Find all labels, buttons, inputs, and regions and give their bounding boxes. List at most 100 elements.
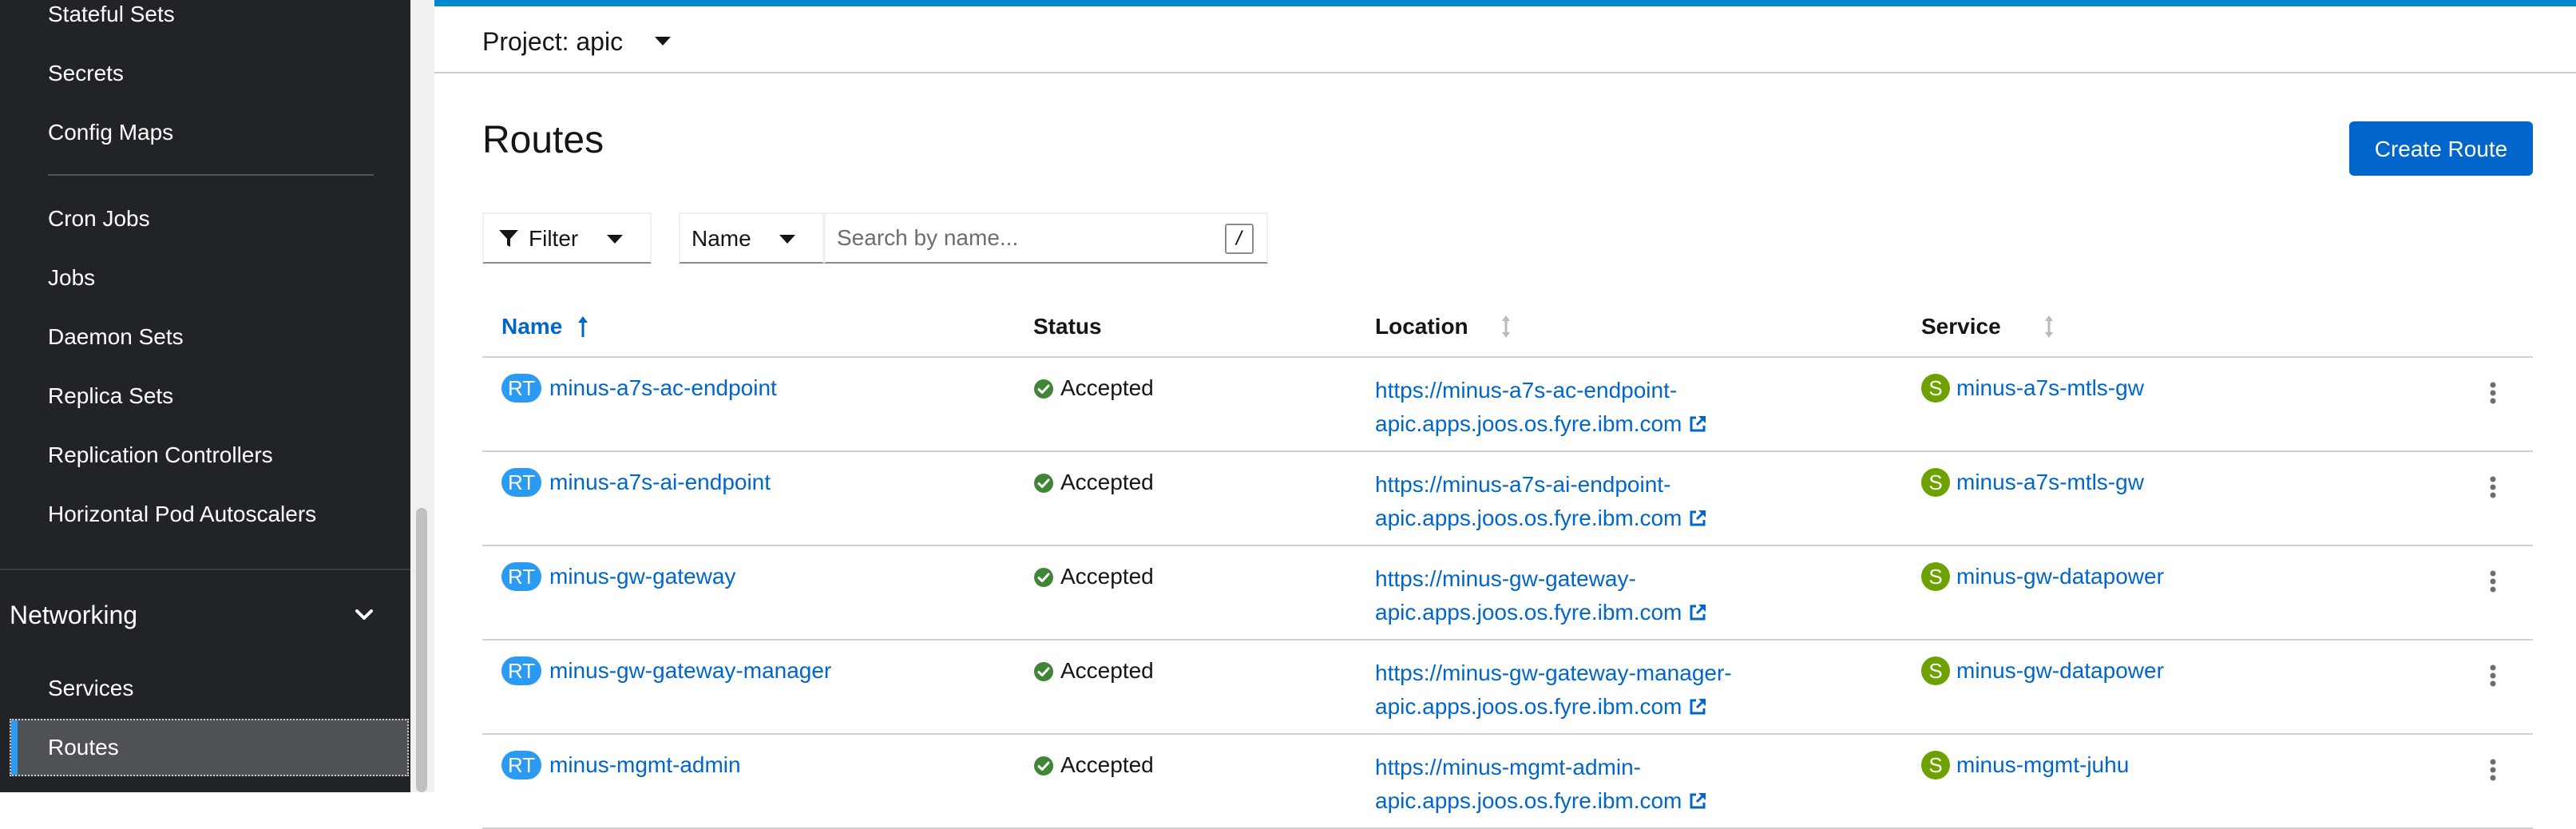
check-circle-icon <box>1034 379 1053 399</box>
sidebar-item-replica-sets[interactable]: Replica Sets <box>48 382 173 411</box>
table-row: RT minus-a7s-ai-endpoint Accepted https:… <box>482 452 2533 546</box>
sidebar-item-horizontal-pod-autoscalers[interactable]: Horizontal Pod Autoscalers <box>48 500 316 529</box>
route-name-link[interactable]: minus-gw-gateway <box>549 562 735 591</box>
sidebar-item-label: Routes <box>48 735 119 760</box>
service-badge: S <box>1921 562 1950 591</box>
table-row: RT minus-mgmt-admin Accepted https://min… <box>482 735 2533 829</box>
service-link[interactable]: minus-mgmt-juhu <box>1956 751 2129 779</box>
status-text: Accepted <box>1060 658 1154 683</box>
location-line-1: https://minus-gw-gateway- <box>1375 566 1636 591</box>
external-link-icon <box>1690 510 1706 526</box>
sidebar-item-replication-controllers[interactable]: Replication Controllers <box>48 441 273 470</box>
location-line-1: https://minus-gw-gateway-manager- <box>1375 660 1732 685</box>
table-header: Name Status Location Service <box>482 292 2533 358</box>
sidebar-divider <box>48 174 374 176</box>
route-badge: RT <box>501 656 542 685</box>
table-row: RT minus-gw-gateway Accepted https://min… <box>482 546 2533 641</box>
kebab-menu-icon[interactable] <box>2477 377 2509 409</box>
status-text: Accepted <box>1060 752 1154 777</box>
table-row: RT minus-gw-gateway-manager Accepted htt… <box>482 641 2533 735</box>
status-text: Accepted <box>1060 375 1154 400</box>
sidebar-section-label: Networking <box>10 601 138 629</box>
keyboard-shortcut-hint: / <box>1225 224 1254 254</box>
filter-label: Filter <box>529 226 579 251</box>
create-route-button[interactable]: Create Route <box>2349 121 2533 176</box>
kebab-menu-icon[interactable] <box>2477 471 2509 503</box>
service-link[interactable]: minus-a7s-mtls-gw <box>1956 468 2144 497</box>
column-header-service[interactable]: Service <box>1921 313 2001 340</box>
sidebar-item-services[interactable]: Services <box>48 674 133 703</box>
location-link[interactable]: https://minus-mgmt-admin-apic.apps.joos.… <box>1375 751 1822 818</box>
kebab-menu-icon[interactable] <box>2477 565 2509 597</box>
sidebar-item-routes[interactable]: Routes <box>10 719 409 776</box>
status-text: Accepted <box>1060 470 1154 494</box>
kebab-menu-icon[interactable] <box>2477 754 2509 786</box>
route-badge: RT <box>501 374 542 403</box>
check-circle-icon <box>1034 474 1053 493</box>
route-name-link[interactable]: minus-mgmt-admin <box>549 751 741 779</box>
sidebar-item-secrets[interactable]: Secrets <box>48 59 124 88</box>
sidebar-section-networking[interactable]: Networking <box>10 597 377 633</box>
kebab-menu-icon[interactable] <box>2477 660 2509 692</box>
sort-ascending-icon[interactable] <box>575 313 591 340</box>
filter-icon <box>499 230 518 247</box>
location-line-2: apic.apps.joos.os.fyre.ibm.com <box>1375 411 1682 436</box>
sidebar-item-stateful-sets[interactable]: Stateful Sets <box>48 0 175 29</box>
sidebar-item-jobs[interactable]: Jobs <box>48 264 95 292</box>
project-bar: Project: apic <box>434 6 2576 73</box>
check-circle-icon <box>1034 662 1053 681</box>
sidebar-item-daemon-sets[interactable]: Daemon Sets <box>48 323 184 351</box>
table-row: RT minus-a7s-ac-endpoint Accepted https:… <box>482 358 2533 452</box>
sort-icon[interactable] <box>2041 313 2057 340</box>
filter-by-label: Name <box>692 226 751 251</box>
project-selector[interactable]: Project: apic <box>482 26 623 58</box>
sidebar-section-divider <box>0 569 410 570</box>
filter-dropdown[interactable]: Filter <box>482 212 652 264</box>
service-badge: S <box>1921 656 1950 685</box>
location-link[interactable]: https://minus-a7s-ac-endpoint-apic.apps.… <box>1375 374 1822 441</box>
sort-icon[interactable] <box>1498 313 1514 340</box>
location-line-1: https://minus-mgmt-admin- <box>1375 755 1641 779</box>
sidebar: Stateful Sets Secrets Config Maps Cron J… <box>0 0 410 792</box>
main-content: Project: apic Routes Create Route Filter… <box>434 0 2576 829</box>
route-name-link[interactable]: minus-a7s-ai-endpoint <box>549 468 771 497</box>
search-field: / <box>824 212 1268 264</box>
location-line-2: apic.apps.joos.os.fyre.ibm.com <box>1375 694 1682 719</box>
location-line-2: apic.apps.joos.os.fyre.ibm.com <box>1375 600 1682 625</box>
external-link-icon <box>1690 604 1706 621</box>
active-indicator <box>11 720 18 775</box>
caret-down-icon <box>779 235 795 244</box>
service-badge: S <box>1921 468 1950 497</box>
sidebar-scrollbar-thumb[interactable] <box>416 508 427 792</box>
location-link[interactable]: https://minus-gw-gateway-manager-apic.ap… <box>1375 656 1822 724</box>
sidebar-item-config-maps[interactable]: Config Maps <box>48 118 173 147</box>
column-header-name[interactable]: Name <box>501 313 562 340</box>
location-line-2: apic.apps.joos.os.fyre.ibm.com <box>1375 506 1682 530</box>
service-link[interactable]: minus-gw-datapower <box>1956 562 2164 591</box>
check-circle-icon <box>1034 568 1053 587</box>
location-link[interactable]: https://minus-a7s-ai-endpoint-apic.apps.… <box>1375 468 1822 535</box>
check-circle-icon <box>1034 756 1053 775</box>
location-line-1: https://minus-a7s-ai-endpoint- <box>1375 472 1671 497</box>
external-link-icon <box>1690 698 1706 715</box>
sidebar-item-cron-jobs[interactable]: Cron Jobs <box>48 204 150 233</box>
external-link-icon <box>1690 415 1706 432</box>
column-header-location[interactable]: Location <box>1375 313 1468 340</box>
caret-down-icon[interactable] <box>655 37 671 46</box>
service-link[interactable]: minus-gw-datapower <box>1956 656 2164 685</box>
location-link[interactable]: https://minus-gw-gateway-apic.apps.joos.… <box>1375 562 1822 629</box>
filter-by-select[interactable]: Name <box>679 212 824 264</box>
route-name-link[interactable]: minus-gw-gateway-manager <box>549 656 831 685</box>
search-input[interactable] <box>837 222 1212 254</box>
column-header-status[interactable]: Status <box>1033 313 1102 340</box>
service-link[interactable]: minus-a7s-mtls-gw <box>1956 374 2144 403</box>
service-badge: S <box>1921 751 1950 779</box>
status-text: Accepted <box>1060 564 1154 589</box>
chevron-down-icon <box>355 609 373 620</box>
external-link-icon <box>1690 792 1706 809</box>
caret-down-icon <box>607 235 623 244</box>
route-badge: RT <box>501 562 542 591</box>
page-title: Routes <box>482 119 604 161</box>
location-line-1: https://minus-a7s-ac-endpoint- <box>1375 378 1678 403</box>
route-name-link[interactable]: minus-a7s-ac-endpoint <box>549 374 777 403</box>
